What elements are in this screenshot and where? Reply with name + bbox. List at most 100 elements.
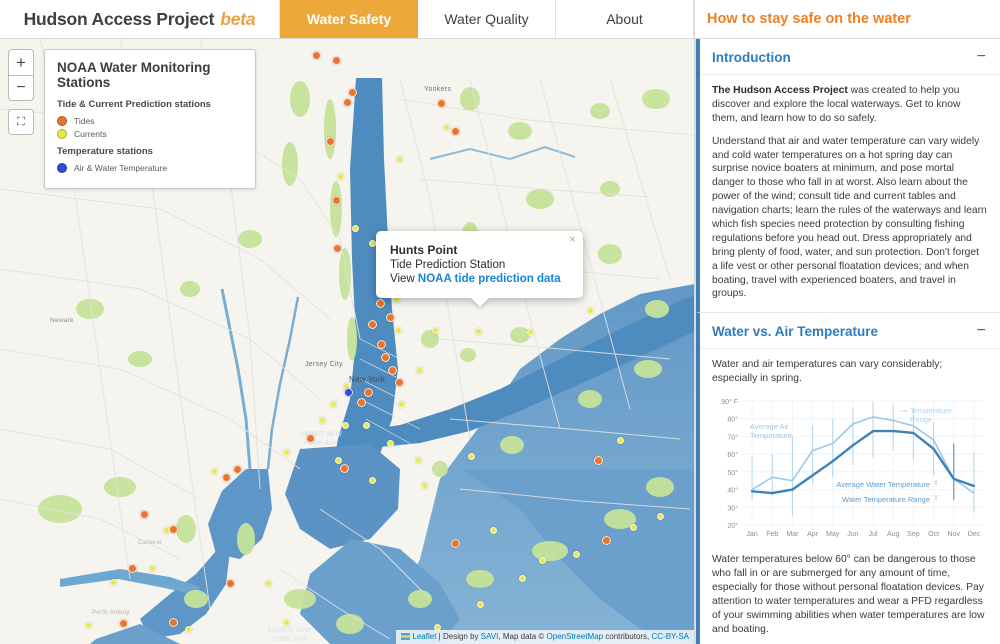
station-marker[interactable] bbox=[210, 467, 218, 475]
legend-label-air-water-temperature: Air & Water Temperature bbox=[74, 163, 168, 173]
station-marker[interactable] bbox=[318, 416, 326, 424]
station-marker[interactable] bbox=[474, 327, 482, 335]
station-marker[interactable] bbox=[450, 126, 460, 136]
station-marker[interactable] bbox=[616, 436, 624, 444]
station-marker[interactable] bbox=[386, 439, 394, 447]
section-temperature-header[interactable]: Water vs. Air Temperature − bbox=[700, 313, 1000, 350]
popup-link-prefix: View bbox=[390, 273, 418, 285]
station-marker[interactable] bbox=[139, 509, 149, 519]
station-marker[interactable] bbox=[127, 563, 137, 573]
noaa-tide-prediction-link[interactable]: NOAA tide prediction data bbox=[418, 273, 561, 285]
station-marker[interactable] bbox=[342, 97, 352, 107]
station-marker[interactable] bbox=[367, 319, 377, 329]
station-marker[interactable] bbox=[394, 377, 404, 387]
station-marker[interactable] bbox=[363, 387, 373, 397]
popup-close-icon[interactable]: × bbox=[569, 233, 576, 245]
tab-about[interactable]: About bbox=[556, 0, 694, 38]
legend-item-air-water-temp: Air & Water Temperature bbox=[57, 163, 243, 173]
tab-water-quality[interactable]: Water Quality bbox=[418, 0, 556, 38]
station-marker[interactable] bbox=[526, 328, 534, 336]
savi-link[interactable]: SAVI bbox=[481, 632, 499, 641]
station-marker[interactable] bbox=[232, 464, 242, 474]
station-marker[interactable] bbox=[397, 400, 405, 408]
station-marker[interactable] bbox=[325, 136, 335, 146]
legend-group-temperature: Temperature stations bbox=[57, 146, 153, 157]
station-marker[interactable] bbox=[225, 578, 235, 588]
station-marker[interactable] bbox=[84, 621, 92, 629]
station-marker[interactable] bbox=[118, 618, 128, 628]
station-marker[interactable] bbox=[489, 526, 497, 534]
station-marker[interactable] bbox=[282, 448, 290, 456]
intro-paragraph-2: Understand that air and water temperatur… bbox=[712, 135, 987, 300]
station-marker[interactable] bbox=[593, 455, 603, 465]
station-marker[interactable] bbox=[332, 243, 342, 253]
station-marker[interactable] bbox=[395, 155, 403, 163]
station-marker[interactable] bbox=[109, 578, 117, 586]
station-marker[interactable] bbox=[282, 618, 290, 626]
station-marker[interactable] bbox=[394, 326, 402, 334]
station-marker[interactable] bbox=[264, 579, 272, 587]
zoom-in-button[interactable]: + bbox=[8, 49, 34, 75]
brand-name: Hudson Access Project bbox=[23, 8, 215, 29]
station-marker[interactable] bbox=[601, 535, 611, 545]
station-marker[interactable] bbox=[387, 365, 397, 375]
station-marker[interactable] bbox=[436, 98, 446, 108]
leaflet-link[interactable]: Leaflet bbox=[412, 632, 436, 641]
station-marker[interactable] bbox=[331, 55, 341, 65]
station-marker[interactable] bbox=[162, 526, 170, 534]
chart-annotation-label: Range bbox=[910, 415, 932, 424]
station-marker[interactable] bbox=[368, 476, 376, 484]
station-marker[interactable] bbox=[375, 298, 385, 308]
station-marker[interactable] bbox=[376, 339, 386, 349]
collapse-minus-icon[interactable]: − bbox=[977, 323, 986, 339]
license-link[interactable]: CC-BY-SA bbox=[652, 632, 690, 641]
station-marker[interactable] bbox=[431, 326, 439, 334]
station-marker[interactable] bbox=[656, 512, 664, 520]
section-introduction-header[interactable]: Introduction − bbox=[700, 39, 1000, 75]
station-marker[interactable] bbox=[414, 456, 422, 464]
station-marker[interactable] bbox=[351, 224, 359, 232]
station-marker[interactable] bbox=[538, 556, 546, 564]
station-marker[interactable] bbox=[343, 387, 353, 397]
station-marker[interactable] bbox=[341, 421, 349, 429]
openstreetmap-link[interactable]: OpenStreetMap bbox=[547, 632, 603, 641]
station-marker[interactable] bbox=[586, 306, 594, 314]
station-marker[interactable] bbox=[476, 600, 484, 608]
station-marker[interactable] bbox=[368, 239, 376, 247]
station-marker[interactable] bbox=[184, 625, 192, 633]
station-marker[interactable] bbox=[356, 397, 366, 407]
site-brand[interactable]: Hudson Access Project beta bbox=[0, 0, 280, 38]
collapse-minus-icon[interactable]: − bbox=[977, 49, 986, 65]
station-marker[interactable] bbox=[450, 538, 460, 548]
station-marker[interactable] bbox=[168, 617, 178, 627]
zoom-out-button[interactable]: − bbox=[8, 75, 34, 101]
chart-annotation-label: Average Air bbox=[750, 422, 789, 431]
station-marker[interactable] bbox=[572, 550, 580, 558]
station-marker[interactable] bbox=[148, 564, 156, 572]
station-marker[interactable] bbox=[336, 172, 344, 180]
station-marker[interactable] bbox=[415, 366, 423, 374]
station-marker[interactable] bbox=[311, 50, 321, 60]
station-marker[interactable] bbox=[334, 456, 342, 464]
station-marker[interactable] bbox=[329, 400, 337, 408]
fullscreen-icon[interactable]: ⛶ bbox=[8, 109, 34, 135]
station-marker[interactable] bbox=[347, 87, 357, 97]
station-marker[interactable] bbox=[380, 352, 390, 362]
station-marker[interactable] bbox=[467, 452, 475, 460]
station-marker[interactable] bbox=[385, 312, 395, 322]
chart-x-tick-label: May bbox=[826, 531, 840, 538]
station-marker[interactable] bbox=[168, 524, 178, 534]
station-marker[interactable] bbox=[629, 523, 637, 531]
station-marker[interactable] bbox=[305, 433, 315, 443]
station-marker[interactable] bbox=[221, 472, 231, 482]
station-marker[interactable] bbox=[442, 123, 450, 131]
station-marker[interactable] bbox=[339, 463, 349, 473]
tab-water-safety[interactable]: Water Safety bbox=[280, 0, 418, 38]
attrib-sep-3: contributors, bbox=[603, 632, 652, 641]
station-marker[interactable] bbox=[331, 195, 341, 205]
station-marker[interactable] bbox=[518, 574, 526, 582]
station-marker[interactable] bbox=[420, 481, 428, 489]
station-marker[interactable] bbox=[362, 421, 370, 429]
chart-y-tick-label: 60° bbox=[727, 451, 738, 459]
map-canvas[interactable]: Yonkers Newark Jersey City New York UPPER NE… bbox=[0, 39, 695, 644]
